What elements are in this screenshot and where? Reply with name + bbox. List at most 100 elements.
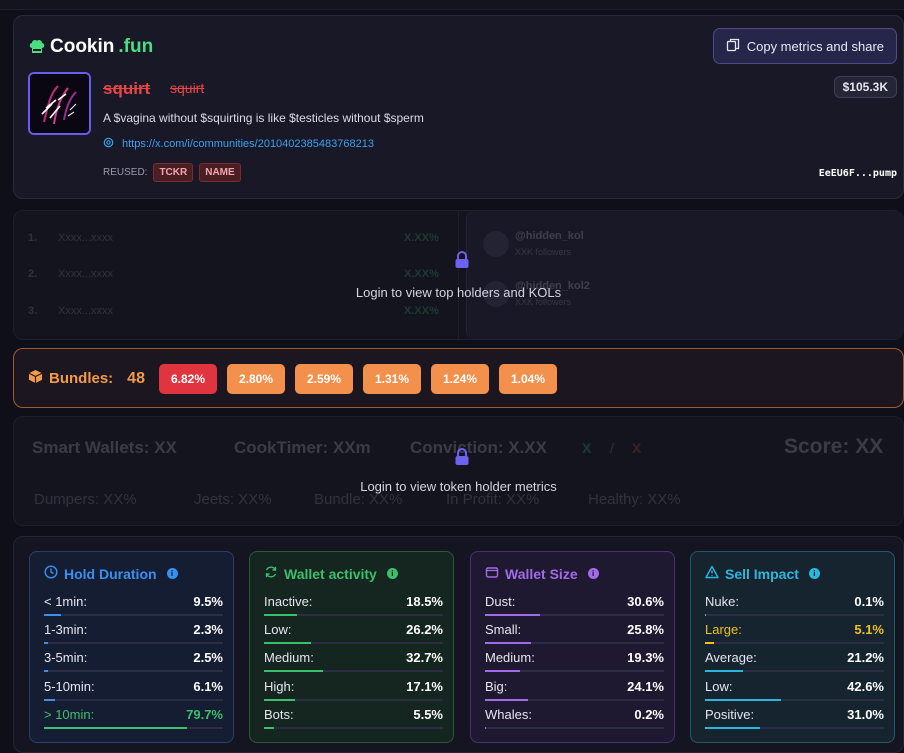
bundles-label: Bundles: <box>49 370 114 387</box>
stat-bar-fill <box>705 614 706 616</box>
stat-row-value: 24.1% <box>627 678 664 694</box>
bundle-pill[interactable]: 2.59% <box>295 364 353 394</box>
bundles-count: 48 <box>127 369 145 387</box>
stat-row: < 1min: 9.5% <box>44 594 223 622</box>
stat-row-value: 21.2% <box>847 650 884 666</box>
at-icon <box>103 137 114 151</box>
logo-text: Cookin <box>50 36 115 57</box>
stat-row-label: Medium: <box>485 650 535 666</box>
cook-timer-ghost: CookTimer: XXm <box>234 438 371 457</box>
info-icon[interactable]: i <box>808 568 820 579</box>
stat-row: Inactive: 18.5% <box>264 594 443 622</box>
logo-text-accent: .fun <box>118 36 154 57</box>
trend-down-ghost: X <box>632 440 642 456</box>
stat-row: > 10min: 79.7% <box>44 707 223 735</box>
stat-row-value: 79.7% <box>186 706 223 722</box>
login-holders-message[interactable]: Login to view top holders and KOLs <box>14 285 903 300</box>
holder-stats-card: Hold Duration i < 1min: 9.5% 1-3min: 2.3% 3-… <box>13 536 904 753</box>
bundle-pill[interactable]: 1.04% <box>499 364 557 394</box>
metrics-locked-card: Smart Wallets: XX CookTimer: XXm Convict… <box>13 416 904 526</box>
token-description: A $vagina without $squirting is like $te… <box>103 111 424 125</box>
stat-bar-fill <box>44 698 55 701</box>
stat-row: Medium: 32.7% <box>264 650 443 678</box>
stat-bar-track <box>705 670 884 673</box>
stat-bar-track <box>705 726 884 729</box>
stat-row: Positive: 31.0% <box>705 707 884 735</box>
info-icon[interactable]: i <box>386 568 398 579</box>
holder-address: Xxxx...xxxx <box>58 305 114 317</box>
stat-row-value: 18.5% <box>406 594 443 609</box>
stat-bar-track <box>485 614 664 616</box>
bundle-pill[interactable]: 1.31% <box>363 364 421 394</box>
stat-row: 5-10min: 6.1% <box>44 679 223 707</box>
holder-rank: 1. <box>28 232 38 244</box>
wallet-activity-label: Wallet activity <box>284 565 377 582</box>
package-icon <box>28 369 43 388</box>
stat-bar-fill <box>705 670 743 673</box>
holder-percent: X.XX% <box>404 268 439 280</box>
stat-row-value: 32.7% <box>406 650 443 666</box>
stat-bar-fill <box>44 642 49 645</box>
stat-bar-track <box>705 642 884 645</box>
stat-row-label: Whales: <box>485 706 532 722</box>
stat-bar-track <box>44 614 223 616</box>
clock-icon <box>44 565 58 582</box>
stat-bar-fill <box>44 726 187 729</box>
stat-bar-track <box>705 614 884 616</box>
stat-row: Low: 42.6% <box>705 679 884 707</box>
stat-row-label: High: <box>264 678 295 694</box>
wallet-activity-title: Wallet activity i <box>264 565 398 582</box>
token-avatar <box>28 72 91 135</box>
stat-bar-track <box>485 726 664 729</box>
holder-rank: 2. <box>28 268 38 280</box>
smart-wallets-ghost: Smart Wallets: XX <box>32 438 177 457</box>
info-icon[interactable]: i <box>166 568 178 579</box>
stat-bar-fill <box>485 726 486 729</box>
community-link[interactable]: https://x.com/i/communities/201040238548… <box>103 137 374 151</box>
stat-row-label: < 1min: <box>44 594 87 609</box>
stat-row: 3-5min: 2.5% <box>44 650 223 678</box>
login-metrics-message[interactable]: Login to view token holder metrics <box>14 479 903 494</box>
stat-row-value: 6.1% <box>193 678 223 694</box>
cookin-logo[interactable]: Cookin .fun <box>28 36 153 58</box>
refresh-icon <box>264 565 278 582</box>
trend-separator: / <box>610 440 614 456</box>
stat-row-label: > 10min: <box>44 706 95 722</box>
stat-bar-track <box>485 670 664 673</box>
sell-impact-label: Sell Impact <box>725 565 799 582</box>
stat-bar-track <box>44 670 223 673</box>
info-icon[interactable]: i <box>587 568 599 579</box>
holders-locked-card: 1. Xxxx...xxxx X.XX% 2. Xxxx...xxxx X.XX… <box>13 210 904 340</box>
stat-row: Dust: 30.6% <box>485 594 664 622</box>
stat-row-label: Positive: <box>705 706 755 722</box>
kols-panel: @hidden_kol XXK followers @hidden_kol2 X… <box>466 211 904 339</box>
bundle-pill[interactable]: 1.24% <box>431 364 489 394</box>
trend-up-ghost: X <box>582 440 592 456</box>
stat-row-value: 0.1% <box>854 594 884 609</box>
hold-duration-rows: < 1min: 9.5% 1-3min: 2.3% 3-5min: 2.5% 5-10min… <box>44 594 223 735</box>
bundle-pill[interactable]: 6.82% <box>159 364 217 394</box>
wallet-activity-rows: Inactive: 18.5% Low: 26.2% Medium: 32.7% High:… <box>264 594 443 735</box>
hold-duration-title: Hold Duration i <box>44 565 178 582</box>
stat-bar-track <box>264 642 443 645</box>
lock-icon <box>454 447 470 466</box>
wallet-size-rows: Dust: 30.6% Small: 25.8% Medium: 19.3% Big: 24.… <box>485 594 664 735</box>
kol-name: @hidden_kol <box>515 230 584 242</box>
stat-bar-track <box>264 726 443 729</box>
bundle-pill[interactable]: 2.80% <box>227 364 285 394</box>
stat-bar-track <box>44 698 223 701</box>
stat-row-value: 5.5% <box>413 706 443 722</box>
copy-metrics-button[interactable]: Copy metrics and share <box>712 28 897 64</box>
stat-row-value: 0.2% <box>634 706 664 722</box>
stat-row-value: 19.3% <box>627 650 664 666</box>
stat-bar-fill <box>44 670 49 673</box>
sell-impact-card: Sell Impact i Nuke: 0.1% Large: 5.1% Average… <box>690 551 895 743</box>
contract-address[interactable]: EeEU6F...pump <box>819 168 897 179</box>
stat-bar-track <box>485 698 664 701</box>
stat-bar-track <box>44 642 223 645</box>
conviction-ghost: Conviction: X.XX <box>410 438 547 457</box>
stat-row: Small: 25.8% <box>485 622 664 650</box>
stat-bar-track <box>264 614 443 616</box>
stat-bar-fill <box>44 614 61 616</box>
stat-bar-track <box>44 726 223 729</box>
